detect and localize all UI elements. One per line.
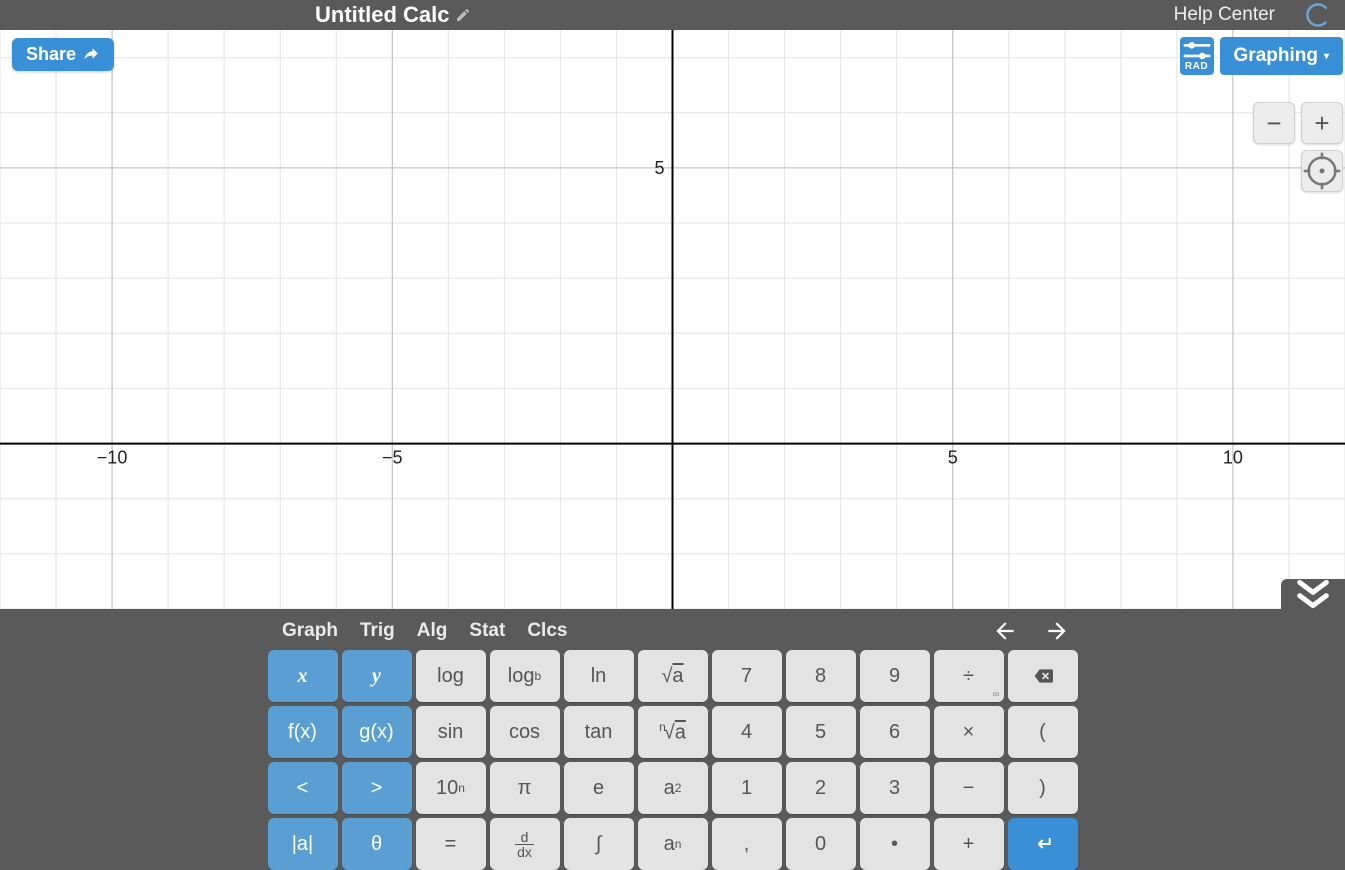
share-arrow-icon	[82, 46, 100, 64]
key-3[interactable]: 3	[860, 762, 930, 814]
key-sqrt[interactable]: √a	[638, 650, 708, 702]
zoom-controls: − +	[1253, 102, 1343, 192]
crosshair-icon	[1302, 151, 1342, 191]
collapse-keyboard-tab[interactable]	[1281, 579, 1345, 609]
key-mul[interactable]: ×	[934, 706, 1004, 758]
key-x[interactable]: x	[268, 650, 338, 702]
key-4[interactable]: 4	[712, 706, 782, 758]
key-tan[interactable]: tan	[564, 706, 634, 758]
svg-text:10: 10	[1223, 448, 1243, 468]
key-1[interactable]: 1	[712, 762, 782, 814]
kb-tab-graph[interactable]: Graph	[282, 620, 338, 642]
key-sin[interactable]: sin	[416, 706, 486, 758]
caret-down-icon: ▾	[1324, 51, 1329, 62]
svg-text:−10: −10	[97, 448, 128, 468]
zoom-in-button[interactable]: +	[1301, 102, 1343, 144]
key-0[interactable]: 0	[786, 818, 856, 870]
zoom-home-button[interactable]	[1301, 150, 1343, 192]
key-theta[interactable]: θ	[342, 818, 412, 870]
graph-canvas[interactable]: −10 −5 5 10 5 Share RAD Graphing ▾ − +	[0, 30, 1345, 609]
sliders-icon	[1180, 40, 1214, 61]
key-asq[interactable]: a2	[638, 762, 708, 814]
title-bar: Untitled Calc Help Center	[0, 0, 1345, 30]
key-cos[interactable]: cos	[490, 706, 560, 758]
key-dot[interactable]: •	[860, 818, 930, 870]
key-comma[interactable]: ,	[712, 818, 782, 870]
keyboard-cursor-arrows	[992, 618, 1070, 644]
svg-text:5: 5	[948, 448, 958, 468]
key-apown[interactable]: an	[638, 818, 708, 870]
document-title-area[interactable]: Untitled Calc	[315, 2, 471, 28]
key-rparen[interactable]: )	[1008, 762, 1078, 814]
key-6[interactable]: 6	[860, 706, 930, 758]
coordinate-plane: −10 −5 5 10 5	[0, 30, 1345, 609]
onscreen-keyboard: Graph Trig Alg Stat Clcs xyloglogbln√a78…	[0, 609, 1345, 870]
edit-title-icon[interactable]	[455, 7, 471, 23]
key-ddx[interactable]: ddx	[490, 818, 560, 870]
key-enter[interactable]	[1008, 818, 1078, 870]
key-gx[interactable]: g(x)	[342, 706, 412, 758]
keyboard-tabs: Graph Trig Alg Stat Clcs	[0, 613, 1345, 648]
kb-tab-trig[interactable]: Trig	[360, 620, 395, 642]
help-center-link[interactable]: Help Center	[1174, 4, 1275, 26]
key-e[interactable]: e	[564, 762, 634, 814]
key-tenp[interactable]: 10n	[416, 762, 486, 814]
zoom-out-button[interactable]: −	[1253, 102, 1295, 144]
share-button[interactable]: Share	[12, 38, 114, 71]
key-minus[interactable]: −	[934, 762, 1004, 814]
document-title: Untitled Calc	[315, 2, 449, 28]
key-5[interactable]: 5	[786, 706, 856, 758]
top-right-controls: RAD Graphing ▾	[1180, 37, 1343, 75]
kb-tab-alg[interactable]: Alg	[417, 620, 448, 642]
key-9[interactable]: 9	[860, 650, 930, 702]
chevrons-down-icon	[1281, 579, 1345, 609]
key-log[interactable]: log	[416, 650, 486, 702]
key-plus[interactable]: +	[934, 818, 1004, 870]
key-fx[interactable]: f(x)	[268, 706, 338, 758]
key-ln[interactable]: ln	[564, 650, 634, 702]
key-lparen[interactable]: (	[1008, 706, 1078, 758]
svg-text:−5: −5	[382, 448, 403, 468]
key-y[interactable]: y	[342, 650, 412, 702]
key-logb[interactable]: logb	[490, 650, 560, 702]
cursor-right-button[interactable]	[1044, 618, 1070, 644]
svg-text:5: 5	[654, 158, 664, 178]
angle-mode-button[interactable]: RAD	[1180, 37, 1214, 75]
calculator-mode-dropdown[interactable]: Graphing ▾	[1220, 37, 1343, 75]
key-div[interactable]: ÷∞	[934, 650, 1004, 702]
app-logo-icon[interactable]	[1305, 2, 1331, 28]
key-backspace[interactable]	[1008, 650, 1078, 702]
key-abs[interactable]: |a|	[268, 818, 338, 870]
keys-grid: xyloglogbln√a789÷∞ f(x)g(x)sincostann√a45…	[268, 650, 1078, 870]
key-8[interactable]: 8	[786, 650, 856, 702]
key-eq[interactable]: =	[416, 818, 486, 870]
key-2[interactable]: 2	[786, 762, 856, 814]
key-integral[interactable]: ∫	[564, 818, 634, 870]
key-lt[interactable]: <	[268, 762, 338, 814]
key-7[interactable]: 7	[712, 650, 782, 702]
key-gt[interactable]: >	[342, 762, 412, 814]
key-nroot[interactable]: n√a	[638, 706, 708, 758]
kb-tab-stat[interactable]: Stat	[469, 620, 505, 642]
key-pi[interactable]: π	[490, 762, 560, 814]
kb-tab-clcs[interactable]: Clcs	[527, 620, 567, 642]
cursor-left-button[interactable]	[992, 618, 1018, 644]
